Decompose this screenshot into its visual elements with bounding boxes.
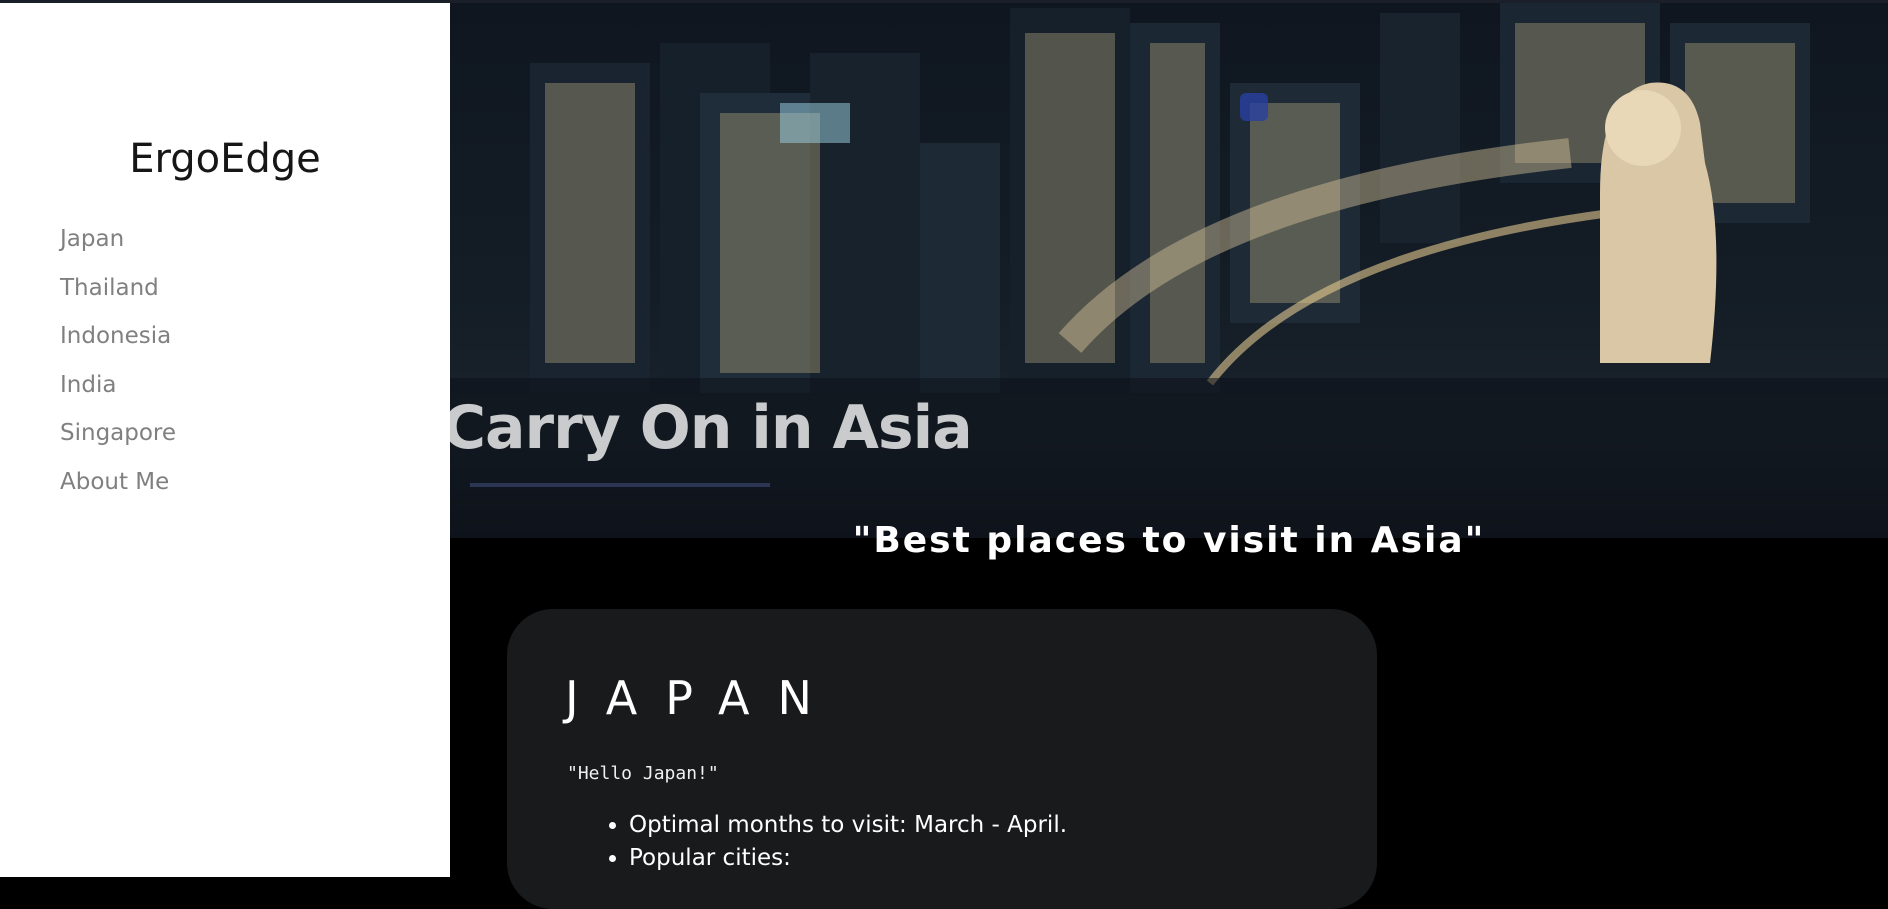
list-item: Optimal months to visit: March - April. [629,809,1067,842]
nav-item-japan[interactable]: Japan [60,223,176,272]
nav-item-about-me[interactable]: About Me [60,466,176,515]
sidebar-nav: Japan Thailand Indonesia India Singapore… [60,223,176,515]
brand-logo-text[interactable]: ErgoEdge [0,136,450,182]
page-subtitle: "Best places to visit in Asia" [852,520,1486,561]
country-card-japan: JAPAN "Hello Japan!" Optimal months to v… [507,609,1377,909]
card-quote: "Hello Japan!" [567,763,719,784]
hero-title: Carry On in Asia [450,393,973,463]
nav-item-indonesia[interactable]: Indonesia [60,320,176,369]
sidebar: ErgoEdge Japan Thailand Indonesia India … [0,3,450,877]
nav-item-india[interactable]: India [60,369,176,418]
card-bullet-list: Optimal months to visit: March - April. … [567,809,1067,875]
nav-item-thailand[interactable]: Thailand [60,272,176,321]
card-title: JAPAN [565,671,840,725]
nav-item-singapore[interactable]: Singapore [60,417,176,466]
list-item: Popular cities: [629,842,1067,875]
hero-banner: Carry On in Asia [450,3,1888,538]
